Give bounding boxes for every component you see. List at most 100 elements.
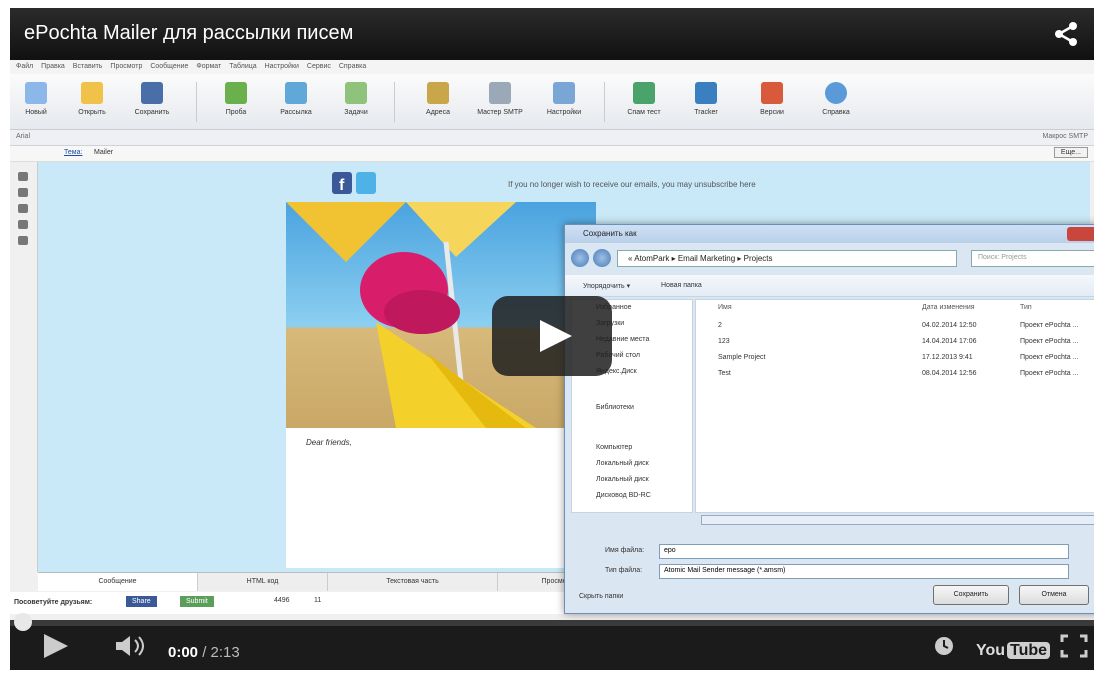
tasks-button[interactable]: Задачи [332,80,380,126]
dialog-cancel-button[interactable]: Отмена [1019,585,1089,605]
settings-button[interactable]: Настройки [540,80,588,126]
share-label: Посоветуйте друзьям: [14,599,93,606]
clock-icon[interactable] [934,636,954,656]
settings-icon [553,82,575,104]
dialog-toolbar: Упорядочить ▾ Новая папка [565,275,1094,297]
save-as-dialog: Сохранить как « AtomPark ▸ Email Marketi… [564,224,1094,614]
tool-icon[interactable] [18,220,28,229]
breadcrumb[interactable]: « AtomPark ▸ Email Marketing ▸ Projects [617,250,957,267]
tab-html[interactable]: HTML код [198,573,328,591]
scrubber-handle[interactable] [14,613,32,631]
menu-item[interactable]: Файл [16,63,33,70]
dialog-save-button[interactable]: Сохранить [933,585,1009,605]
test-button[interactable]: Проба [212,80,260,126]
send-button[interactable]: Рассылка [272,80,320,126]
menu-item[interactable]: Вставить [73,63,103,70]
menu-item[interactable]: Справка [339,63,366,70]
close-button[interactable] [1067,227,1094,241]
social-icons: f [332,172,376,194]
message-body[interactable] [286,428,576,568]
addressbook-icon [427,82,449,104]
tool-icon[interactable] [18,188,28,197]
menu-item[interactable]: Правка [41,63,65,70]
more-button[interactable]: Еще... [1053,147,1088,158]
video-title[interactable]: ePochta Mailer для рассылки писем [24,22,353,45]
filename-input[interactable]: epo [659,544,1069,559]
new-icon [25,82,47,104]
current-time: 0:00 [168,644,199,661]
floppy-icon [141,82,163,104]
new-folder-button[interactable]: Новая папка [661,282,702,289]
nav-item[interactable]: Локальный диск [596,476,649,483]
dialog-title: Сохранить как [565,225,1094,243]
test-icon [225,82,247,104]
subject-input[interactable]: Mailer [94,149,113,156]
submit-button[interactable]: Submit [180,596,214,607]
progress-bar[interactable] [10,620,1094,626]
facebook-share-button[interactable]: Share [126,596,157,607]
organize-button[interactable]: Упорядочить ▾ [583,282,630,290]
nav-item[interactable]: Библиотеки [596,404,634,411]
addresses-button[interactable]: Адреса [414,80,462,126]
tab-message[interactable]: Сообщение [38,573,198,591]
menu-item[interactable]: Просмотр [110,63,142,70]
big-play-button[interactable] [492,296,612,376]
menu-item[interactable]: Настройки [265,63,299,70]
open-button[interactable]: Открыть [68,80,116,126]
time-display: 0:00 / 2:13 [168,644,240,661]
versions-button[interactable]: Версии [748,80,796,126]
play-icon [540,320,572,352]
filetype-label: Тип файла: [605,567,643,574]
filetype-select[interactable]: Atomic Mail Sender message (*.amsm) [659,564,1069,579]
tool-icon[interactable] [18,204,28,213]
tab-text[interactable]: Текстовая часть [328,573,498,591]
macro-label[interactable]: Макрос SMTP [1042,133,1088,140]
tasks-icon [345,82,367,104]
new-button[interactable]: Новый [12,80,60,126]
hide-folders-toggle[interactable]: Скрыть папки [579,593,623,600]
search-input[interactable]: Поиск: Projects [971,250,1094,267]
play-icon[interactable] [42,634,70,658]
horizontal-scrollbar[interactable] [701,515,1094,525]
column-date[interactable]: Дата изменения [922,304,975,311]
share-count: 4496 [274,597,290,604]
subject-label[interactable]: Тема: [64,149,82,156]
font-select[interactable]: Arial [16,133,30,140]
video-player[interactable]: ePochta Mailer для рассылки писем Файл П… [10,8,1094,670]
volume-icon[interactable] [114,634,150,658]
mail-icon [285,82,307,104]
menu-item[interactable]: Сообщение [150,63,188,70]
forward-icon[interactable] [593,249,611,267]
smtp-icon [489,82,511,104]
nav-item[interactable]: Локальный диск [596,460,649,467]
video-titlebar: ePochta Mailer для рассылки писем [10,8,1094,60]
ribbon-toolbar: Новый Открыть Сохранить Проба Рассылка З… [10,74,1094,130]
nav-item[interactable]: Компьютер [596,444,632,451]
greeting-text: Dear friends, [306,438,352,447]
smtp-wizard-button[interactable]: Мастер SMTP [476,80,524,126]
column-type[interactable]: Тип [1020,304,1032,311]
spam-test-button[interactable]: Спам тест [620,80,668,126]
file-row[interactable]: 2 04.02.2014 12:50 Проект ePochta ... [696,322,1094,336]
nav-item[interactable]: Дисковод BD-RC [596,492,651,499]
fullscreen-icon[interactable] [1060,634,1088,658]
column-name[interactable]: Имя [718,304,732,311]
unsubscribe-text[interactable]: If you no longer wish to receive our ema… [508,180,756,189]
tracker-button[interactable]: Tracker [682,80,730,126]
help-button[interactable]: Справка [812,80,860,126]
file-row[interactable]: Sample Project 17.12.2013 9:41 Проект ePoc… [696,354,1094,368]
tracker-icon [695,82,717,104]
file-row[interactable]: Test 08.04.2014 12:56 Проект ePochta ... [696,370,1094,384]
menu-bar: Файл Правка Вставить Просмотр Сообщение … [10,60,1094,74]
youtube-logo[interactable]: You Tube [976,642,1051,660]
file-row[interactable]: 123 14.04.2014 17:06 Проект ePochta ... [696,338,1094,352]
subject-bar: Тема: Mailer Еще... [10,146,1094,162]
menu-item[interactable]: Сервис [307,63,331,70]
menu-item[interactable]: Формат [196,63,221,70]
back-icon[interactable] [571,249,589,267]
menu-item[interactable]: Таблица [229,63,256,70]
save-button[interactable]: Сохранить [128,80,176,126]
tool-icon[interactable] [18,172,28,181]
share-icon[interactable] [1052,20,1080,48]
tool-icon[interactable] [18,236,28,245]
